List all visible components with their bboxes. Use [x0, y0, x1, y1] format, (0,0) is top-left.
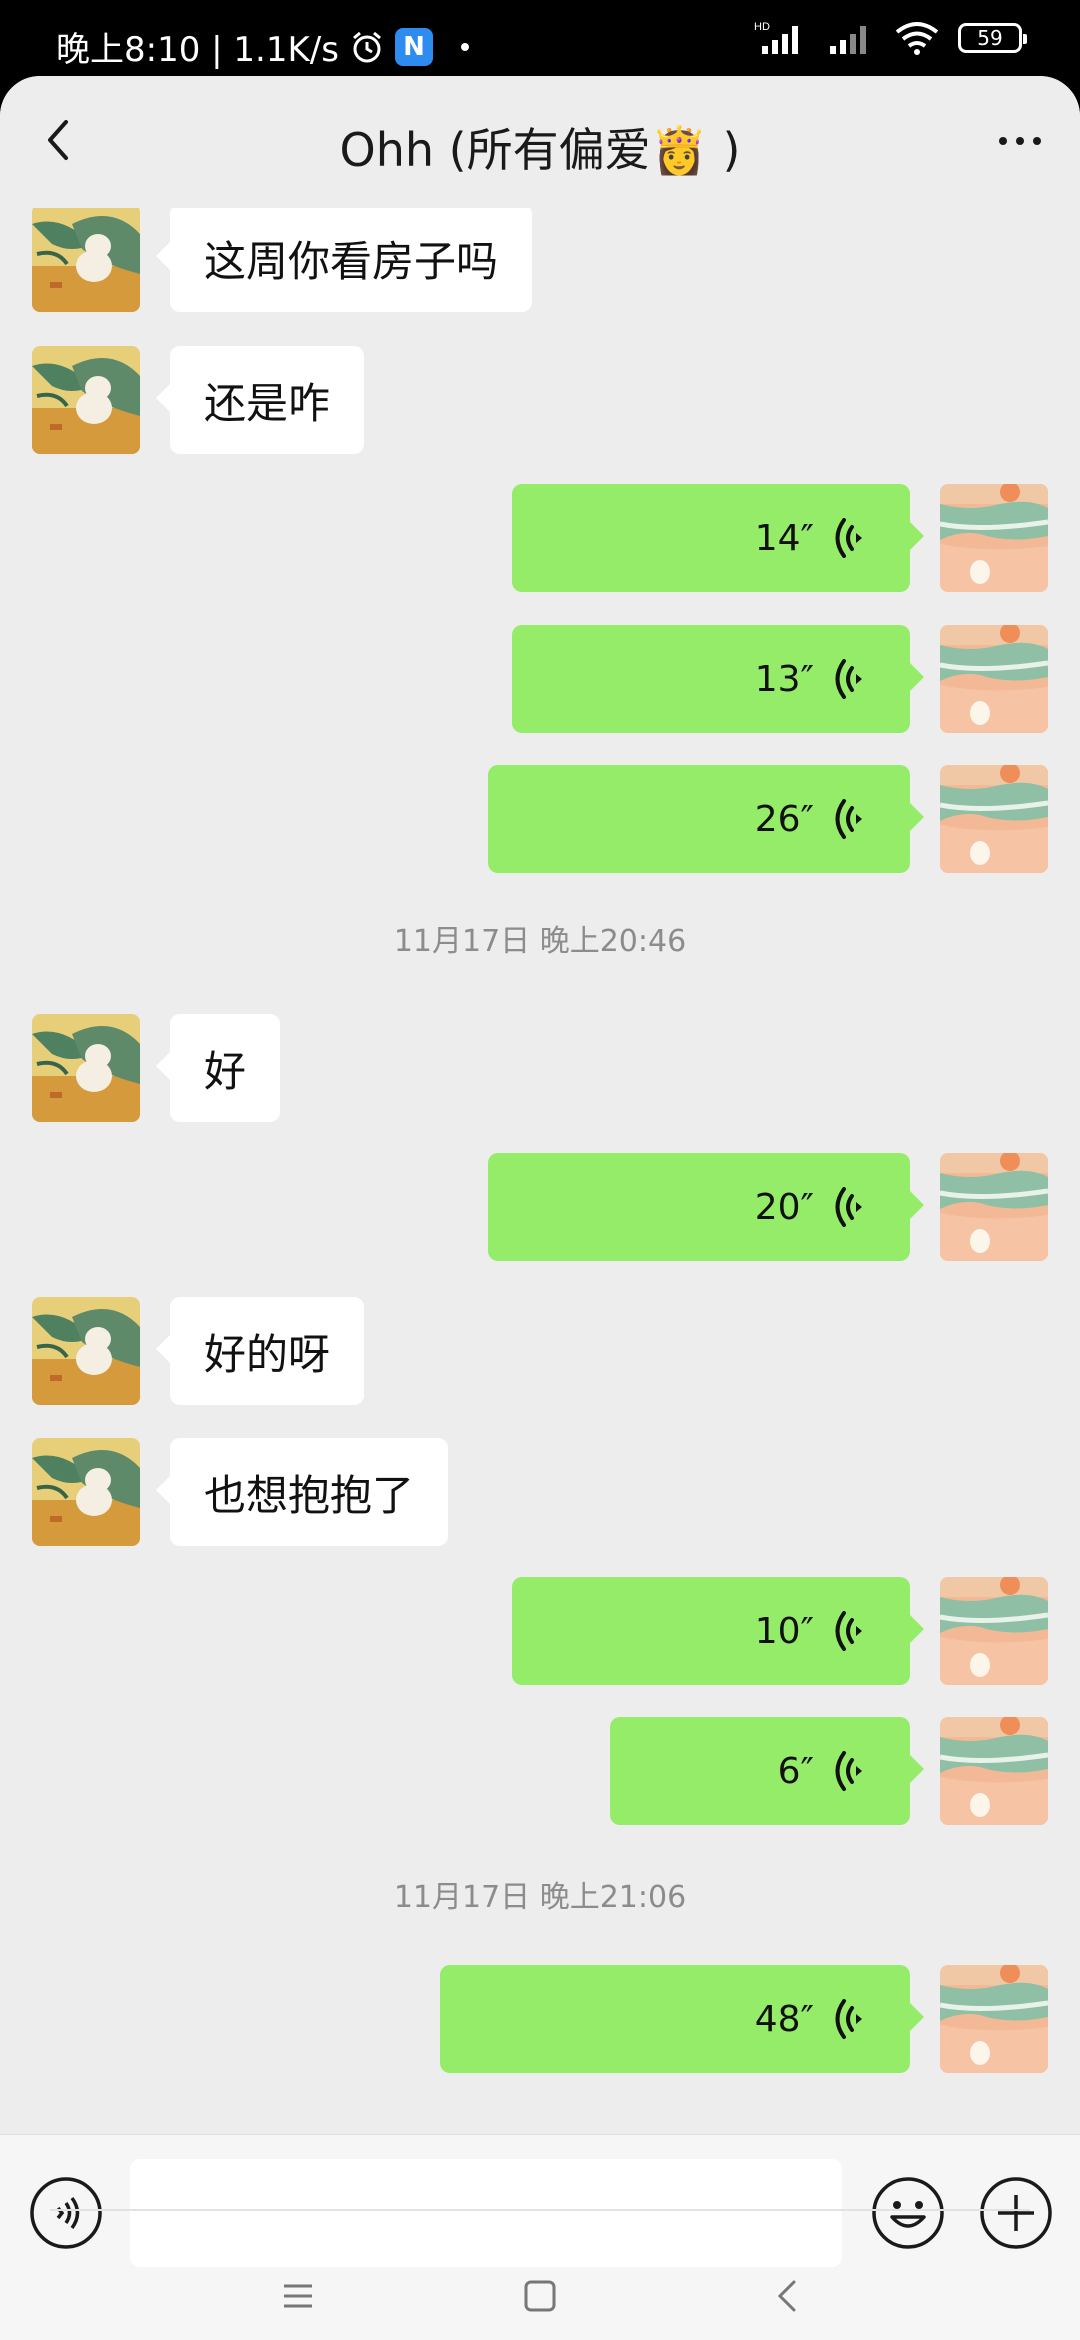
outgoing-message: 6″	[0, 1717, 1080, 1827]
voice-wave-icon	[835, 659, 862, 699]
timestamp: 11月17日 晚上20:46	[393, 924, 687, 959]
voice-message-bubble[interactable]: 26″	[488, 765, 924, 873]
outgoing-message: 20″	[0, 1153, 1080, 1263]
message-input[interactable]	[130, 2159, 842, 2267]
incoming-message: 也想抱抱了	[0, 1438, 1080, 1548]
timestamp: 11月17日 晚上21:06	[393, 1880, 687, 1915]
outgoing-message: 14″	[0, 484, 1080, 594]
text-bubble[interactable]: 这周你看房子吗	[155, 208, 533, 312]
contact-avatar[interactable]	[32, 208, 140, 312]
app-notification-icon: N	[394, 27, 433, 66]
voice-wave-icon	[835, 1999, 862, 2039]
contact-avatar[interactable]	[32, 1297, 140, 1405]
battery-icon: 59	[958, 23, 1027, 53]
divider	[50, 2209, 1030, 2211]
signal-2-icon	[830, 26, 866, 54]
my-avatar[interactable]	[940, 1965, 1048, 2073]
contact-avatar[interactable]	[32, 1014, 140, 1122]
status-time: 晚上8:10 | 1.1K/s	[56, 30, 339, 70]
chat-screen: Ohh (所有偏爱👸 ) 这周你看房子吗 还是咋 14″ 13″ 26″ 11月17日 晚…	[0, 76, 1080, 2340]
message-text: 还是咋	[204, 378, 331, 428]
status-right: HD 59	[754, 20, 1027, 56]
my-avatar[interactable]	[940, 1153, 1048, 1261]
message-list[interactable]: 这周你看房子吗 还是咋 14″ 13″ 26″ 11月17日 晚上20:46 好 20″ 好的呀…	[0, 208, 1080, 2134]
voice-duration: 20″	[754, 1186, 814, 1228]
incoming-message: 好	[0, 1014, 1080, 1124]
voice-message-bubble[interactable]: 48″	[440, 1965, 924, 2073]
voice-duration: 48″	[754, 1998, 814, 2040]
contact-avatar[interactable]	[32, 1438, 140, 1546]
voice-duration: 10″	[754, 1610, 814, 1652]
text-bubble[interactable]: 好的呀	[155, 1297, 365, 1405]
voice-duration: 13″	[754, 658, 814, 700]
voice-duration: 14″	[754, 517, 814, 559]
my-avatar[interactable]	[940, 1717, 1048, 1825]
voice-wave-icon	[835, 1611, 862, 1651]
message-text: 也想抱抱了	[204, 1470, 415, 1520]
voice-duration: 26″	[754, 798, 814, 840]
menu-icon[interactable]	[274, 2272, 322, 2320]
alarm-icon	[353, 31, 381, 62]
system-nav-bar	[0, 2280, 1080, 2340]
status-left: 晚上8:10 | 1.1K/s N	[56, 22, 469, 71]
voice-message-bubble[interactable]: 14″	[512, 484, 924, 592]
outgoing-message: 26″	[0, 765, 1080, 875]
more-options-icon[interactable]	[990, 116, 1050, 166]
chat-header: Ohh (所有偏爱👸 )	[0, 76, 1080, 208]
notification-dot	[460, 42, 469, 51]
voice-wave-icon	[835, 518, 862, 558]
incoming-message: 还是咋	[0, 346, 1080, 456]
wifi-icon	[895, 22, 939, 55]
hd-label: HD	[754, 21, 770, 33]
voice-message-bubble[interactable]: 20″	[488, 1153, 924, 1261]
status-bar: 晚上8:10 | 1.1K/s N HD 59	[0, 0, 1080, 80]
voice-wave-icon	[835, 1751, 862, 1791]
battery-level: 59	[977, 26, 1003, 50]
signal-icon: HD	[754, 21, 798, 54]
voice-wave-icon	[835, 1187, 862, 1227]
contact-avatar[interactable]	[32, 346, 140, 454]
text-bubble[interactable]: 还是咋	[155, 346, 365, 454]
message-text: 好的呀	[204, 1329, 331, 1379]
emoji-icon[interactable]	[870, 2175, 946, 2251]
voice-duration: 6″	[777, 1750, 814, 1792]
back-icon[interactable]	[764, 2272, 812, 2320]
my-avatar[interactable]	[940, 765, 1048, 873]
text-bubble[interactable]: 也想抱抱了	[155, 1438, 449, 1546]
my-avatar[interactable]	[940, 484, 1048, 592]
text-bubble[interactable]: 好	[155, 1014, 281, 1122]
voice-message-bubble[interactable]: 10″	[512, 1577, 924, 1685]
message-text: 好	[204, 1046, 247, 1096]
voice-wave-icon	[835, 799, 862, 839]
incoming-message: 这周你看房子吗	[0, 208, 1080, 314]
voice-mode-icon[interactable]	[28, 2175, 104, 2251]
voice-message-bubble[interactable]: 13″	[512, 625, 924, 733]
outgoing-message: 13″	[0, 625, 1080, 735]
input-bar	[0, 2134, 1080, 2289]
message-text: 这周你看房子吗	[204, 236, 499, 286]
chat-title: Ohh (所有偏爱👸 )	[339, 123, 741, 177]
home-icon[interactable]	[516, 2272, 564, 2320]
outgoing-message: 10″	[0, 1577, 1080, 1687]
my-avatar[interactable]	[940, 1577, 1048, 1685]
voice-message-bubble[interactable]: 6″	[610, 1717, 924, 1825]
incoming-message: 好的呀	[0, 1297, 1080, 1407]
outgoing-message: 48″	[0, 1965, 1080, 2075]
plus-icon[interactable]	[978, 2175, 1054, 2251]
my-avatar[interactable]	[940, 625, 1048, 733]
